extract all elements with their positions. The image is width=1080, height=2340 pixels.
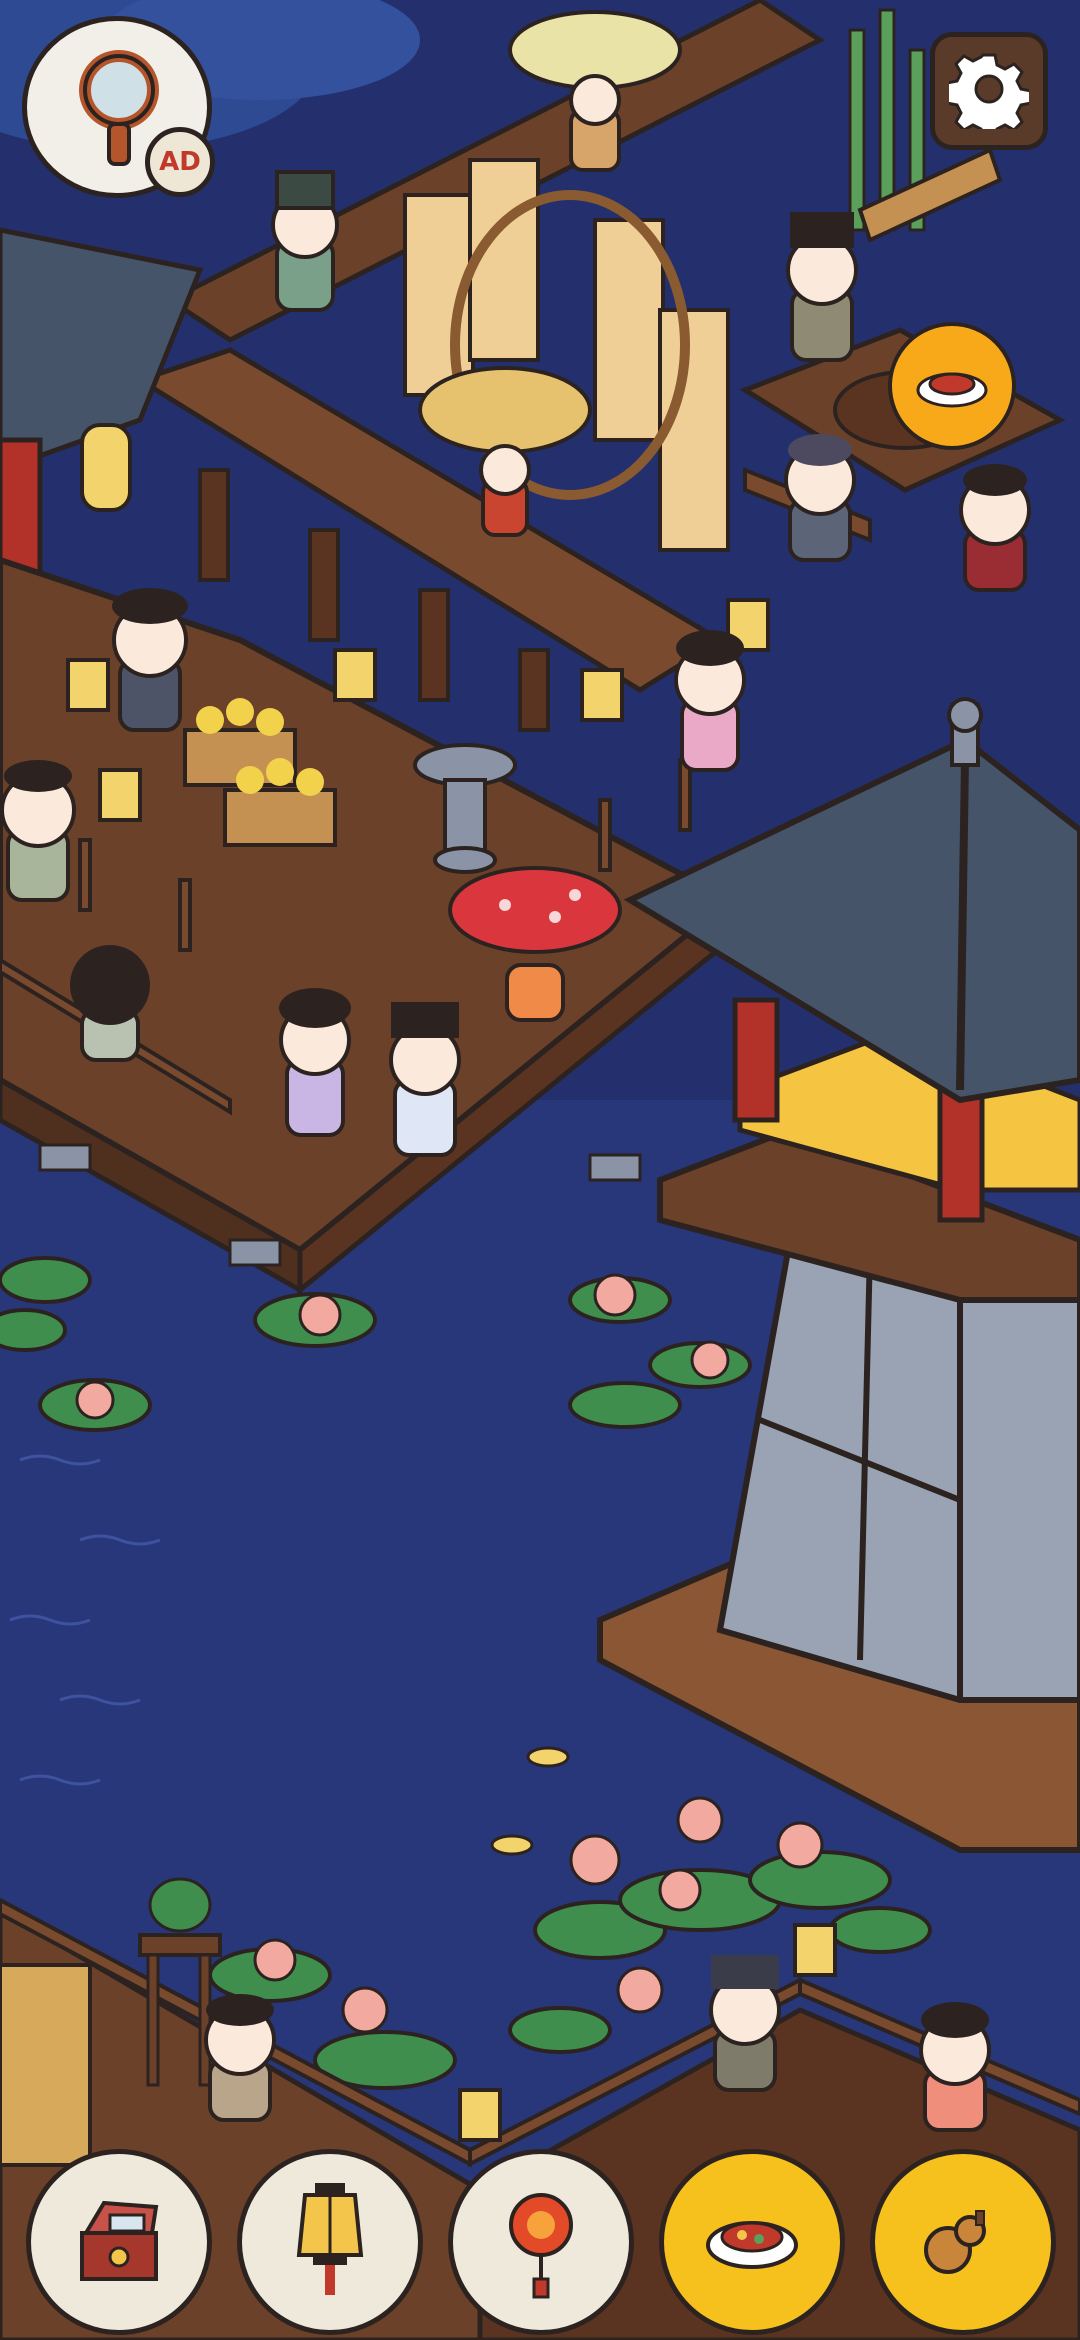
character	[959, 464, 1031, 592]
character	[919, 2002, 991, 2132]
ad-badge: AD	[145, 127, 215, 197]
character	[674, 630, 746, 772]
character	[0, 760, 76, 902]
food-order-bubble[interactable]	[888, 322, 1016, 450]
character	[389, 1002, 461, 1157]
hanging-lantern	[80, 423, 132, 512]
lantern-button[interactable]	[237, 2149, 423, 2335]
food-dish-icon	[697, 2195, 807, 2289]
pagoda-finial	[947, 697, 983, 767]
firework-button[interactable]	[448, 2149, 634, 2335]
search-ad-button[interactable]: AD	[22, 16, 215, 198]
character	[784, 434, 856, 562]
gourd-button[interactable]	[870, 2149, 1056, 2335]
character	[204, 1994, 276, 2122]
character	[786, 212, 858, 362]
settings-button[interactable]	[930, 32, 1048, 150]
character	[271, 170, 339, 312]
bottom-action-bar	[0, 2135, 1080, 2340]
firework-icon	[486, 2175, 596, 2309]
character	[709, 1955, 781, 2092]
gear-icon	[945, 49, 1033, 141]
pagoda-pillar	[937, 1087, 985, 1223]
character	[279, 988, 351, 1137]
treasure-chest-button[interactable]	[26, 2149, 212, 2335]
lantern-icon	[275, 2175, 385, 2309]
pagoda-pillar	[732, 997, 780, 1123]
character-back	[70, 945, 150, 1062]
food-dish-icon	[912, 354, 992, 418]
gourd-icon	[908, 2185, 1018, 2299]
treasure-chest-icon	[64, 2185, 174, 2299]
food-dish-button[interactable]	[659, 2149, 845, 2335]
character	[112, 588, 188, 732]
